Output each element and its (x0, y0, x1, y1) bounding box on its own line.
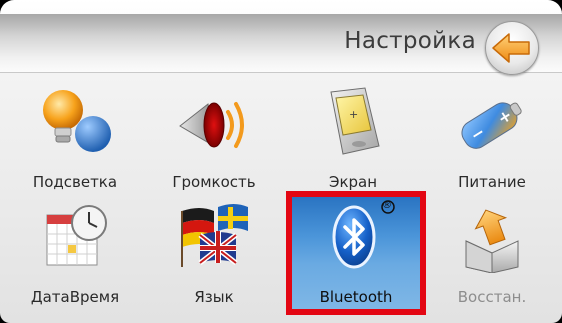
tile-label: Bluetooth (319, 288, 393, 306)
tile-power[interactable]: + − Питание (425, 84, 559, 196)
box-restore-icon (465, 209, 519, 273)
back-button[interactable] (485, 21, 539, 75)
settings-screen: Настройка Подсветка Громкость + Экран + … (0, 0, 562, 323)
tile-label: Восстан. (457, 288, 527, 306)
tile-restore[interactable]: Восстан. (425, 199, 559, 311)
tile-bluetooth[interactable]: ® Bluetooth (286, 191, 426, 315)
tile-label: ДатаВремя (30, 288, 120, 306)
tile-backlight[interactable]: Подсветка (8, 84, 142, 196)
calendar-clock-icon (46, 205, 107, 266)
lightbulb-icon (43, 90, 111, 152)
tile-label: Питание (458, 173, 526, 191)
flags-icon (181, 204, 248, 267)
tile-datetime[interactable]: ДатаВремя (8, 199, 142, 311)
pda-screen-icon: + (330, 87, 380, 155)
speaker-icon (179, 102, 244, 148)
tile-screen[interactable]: + Экран (286, 84, 420, 196)
svg-text:+: + (349, 108, 358, 121)
tile-label: Экран (328, 173, 378, 191)
registered-mark: ® (382, 200, 392, 211)
tile-label: Подсветка (32, 173, 118, 191)
back-arrow-icon (492, 33, 530, 63)
tile-label: Язык (194, 288, 234, 306)
tile-language[interactable]: Язык (147, 199, 281, 311)
tile-label: Громкость (172, 173, 256, 191)
battery-icon: + − (461, 102, 522, 149)
tile-volume[interactable]: Громкость (147, 84, 281, 196)
page-title: Настройка (344, 28, 476, 54)
header-bar (0, 14, 562, 73)
